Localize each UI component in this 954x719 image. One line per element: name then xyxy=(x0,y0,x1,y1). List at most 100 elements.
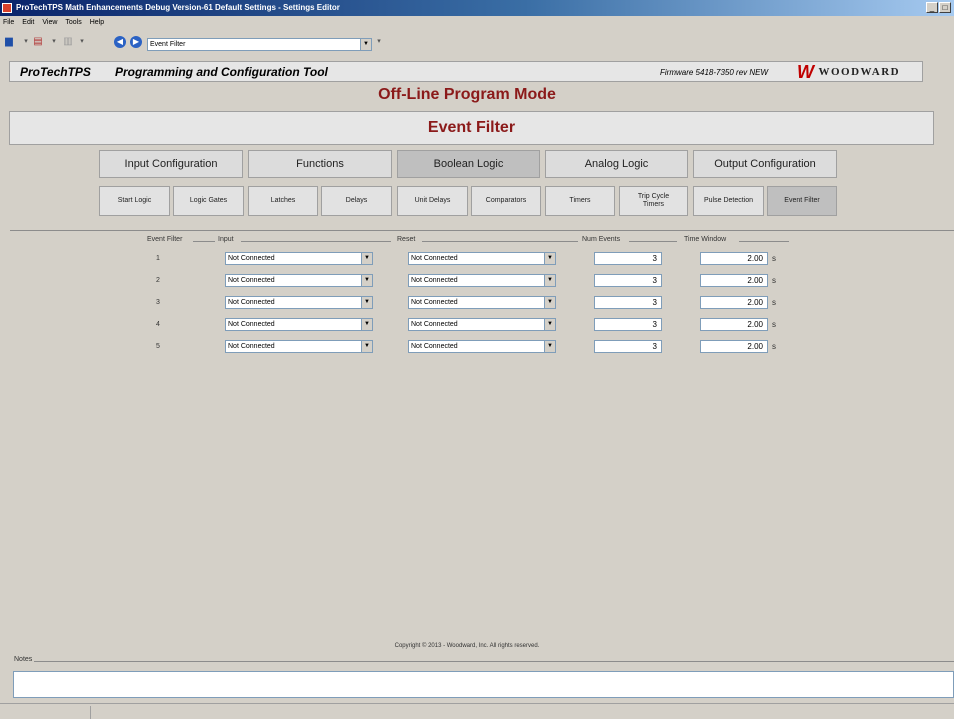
export-dropdown-icon[interactable]: ▾ xyxy=(76,36,88,48)
status-bar xyxy=(0,703,954,719)
input-select[interactable]: Not Connected ▼ xyxy=(225,296,373,309)
copyright-text: Copyright © 2013 - Woodward, Inc. All ri… xyxy=(394,643,540,649)
reset-select[interactable]: Not Connected ▼ xyxy=(408,318,556,331)
save-icon[interactable]: ▆ xyxy=(3,36,15,48)
reset-select-value: Not Connected xyxy=(411,321,458,328)
num-events-field[interactable]: 3 xyxy=(594,252,662,265)
export-icon[interactable]: ▥ xyxy=(62,36,74,48)
reset-select-value: Not Connected xyxy=(411,277,458,284)
row-number: 2 xyxy=(156,277,160,284)
tab-analog-logic[interactable]: Analog Logic xyxy=(545,150,688,178)
reset-select[interactable]: Not Connected ▼ xyxy=(408,296,556,309)
row-number: 1 xyxy=(156,255,160,262)
product-name: ProTechTPS xyxy=(20,65,91,79)
menu-edit[interactable]: Edit xyxy=(18,16,38,30)
header-strip: ProTechTPS Programming and Configuration… xyxy=(9,61,923,82)
time-unit: s xyxy=(772,254,776,263)
reset-select[interactable]: Not Connected ▼ xyxy=(408,340,556,353)
subtab-latches[interactable]: Latches xyxy=(248,186,318,216)
input-select-value: Not Connected xyxy=(228,321,275,328)
header-divider xyxy=(193,241,215,242)
tool-name: Programming and Configuration Tool xyxy=(115,65,328,79)
input-select[interactable]: Not Connected ▼ xyxy=(225,274,373,287)
back-icon[interactable]: ◀ xyxy=(114,36,126,48)
tab-boolean-logic[interactable]: Boolean Logic xyxy=(397,150,540,178)
menu-tools[interactable]: Tools xyxy=(61,16,85,30)
reset-select-value: Not Connected xyxy=(411,343,458,350)
chevron-down-icon[interactable]: ▼ xyxy=(360,39,371,50)
navigation-combo-value: Event Filter xyxy=(150,41,186,48)
subtab-unit-delays[interactable]: Unit Delays xyxy=(397,186,468,216)
status-divider xyxy=(90,706,91,719)
subtab-delays[interactable]: Delays xyxy=(321,186,392,216)
page-title-box: Event Filter xyxy=(9,111,934,145)
num-events-field[interactable]: 3 xyxy=(594,274,662,287)
subtab-event-filter[interactable]: Event Filter xyxy=(767,186,837,216)
toolbar-overflow-icon[interactable]: ▾ xyxy=(373,36,385,48)
open-icon[interactable]: ▤ xyxy=(32,36,44,48)
chevron-down-icon[interactable]: ▼ xyxy=(544,341,555,352)
reset-select[interactable]: Not Connected ▼ xyxy=(408,274,556,287)
input-select[interactable]: Not Connected ▼ xyxy=(225,340,373,353)
subtab-logic-gates[interactable]: Logic Gates xyxy=(173,186,244,216)
navigation-combo[interactable]: Event Filter ▼ xyxy=(147,38,372,51)
reset-select-value: Not Connected xyxy=(411,299,458,306)
tab-input-configuration[interactable]: Input Configuration xyxy=(99,150,243,178)
chevron-down-icon[interactable]: ▼ xyxy=(361,297,372,308)
save-dropdown-icon[interactable]: ▾ xyxy=(20,36,32,48)
header-event-filter: Event Filter xyxy=(147,236,183,243)
input-select[interactable]: Not Connected ▼ xyxy=(225,318,373,331)
tab-output-configuration[interactable]: Output Configuration xyxy=(693,150,837,178)
input-select-value: Not Connected xyxy=(228,343,275,350)
chevron-down-icon[interactable]: ▼ xyxy=(361,319,372,330)
toolbar: ▆ ▾ ▤ ▾ ▥ ▾ ◀ ▶ Event Filter ▼ ▾ xyxy=(0,30,954,54)
reset-select[interactable]: Not Connected ▼ xyxy=(408,252,556,265)
header-divider xyxy=(422,241,578,242)
time-window-field[interactable]: 2.00 xyxy=(700,274,768,287)
menu-help[interactable]: Help xyxy=(86,16,108,30)
subtab-comparators[interactable]: Comparators xyxy=(471,186,541,216)
input-select-value: Not Connected xyxy=(228,299,275,306)
time-window-field[interactable]: 2.00 xyxy=(700,252,768,265)
chevron-down-icon[interactable]: ▼ xyxy=(544,275,555,286)
time-window-field[interactable]: 2.00 xyxy=(700,340,768,353)
num-events-field[interactable]: 3 xyxy=(594,318,662,331)
section-divider xyxy=(10,230,954,231)
chevron-down-icon[interactable]: ▼ xyxy=(361,253,372,264)
subtab-trip-cycle-timers[interactable]: Trip Cycle Timers xyxy=(619,186,688,216)
chevron-down-icon[interactable]: ▼ xyxy=(544,297,555,308)
maximize-button[interactable]: □ xyxy=(939,2,951,13)
menu-bar: File Edit View Tools Help xyxy=(0,16,954,30)
time-unit: s xyxy=(772,320,776,329)
chevron-down-icon[interactable]: ▼ xyxy=(361,341,372,352)
chevron-down-icon[interactable]: ▼ xyxy=(544,253,555,264)
menu-file[interactable]: File xyxy=(0,16,18,30)
chevron-down-icon[interactable]: ▼ xyxy=(361,275,372,286)
woodward-wordmark: WOODWARD xyxy=(818,66,901,78)
notes-textarea[interactable] xyxy=(13,671,954,698)
header-divider xyxy=(629,241,677,242)
menu-view[interactable]: View xyxy=(38,16,61,30)
time-window-field[interactable]: 2.00 xyxy=(700,318,768,331)
time-window-field[interactable]: 2.00 xyxy=(700,296,768,309)
subtab-pulse-detection[interactable]: Pulse Detection xyxy=(693,186,764,216)
notes-label: Notes xyxy=(14,656,33,663)
time-unit: s xyxy=(772,342,776,351)
minimize-button[interactable]: _ xyxy=(926,2,938,13)
subtab-start-logic[interactable]: Start Logic xyxy=(99,186,170,216)
page-title: Event Filter xyxy=(427,119,516,136)
row-number: 4 xyxy=(156,321,160,328)
header-num-events: Num Events xyxy=(582,236,621,243)
input-select[interactable]: Not Connected ▼ xyxy=(225,252,373,265)
chevron-down-icon[interactable]: ▼ xyxy=(544,319,555,330)
num-events-field[interactable]: 3 xyxy=(594,340,662,353)
window-title: ProTechTPS Math Enhancements Debug Versi… xyxy=(16,3,340,12)
num-events-field[interactable]: 3 xyxy=(594,296,662,309)
forward-icon[interactable]: ▶ xyxy=(130,36,142,48)
reset-select-value: Not Connected xyxy=(411,255,458,262)
tab-functions[interactable]: Functions xyxy=(248,150,392,178)
subtab-timers[interactable]: Timers xyxy=(545,186,615,216)
open-dropdown-icon[interactable]: ▾ xyxy=(48,36,60,48)
input-select-value: Not Connected xyxy=(228,255,275,262)
header-divider xyxy=(739,241,789,242)
